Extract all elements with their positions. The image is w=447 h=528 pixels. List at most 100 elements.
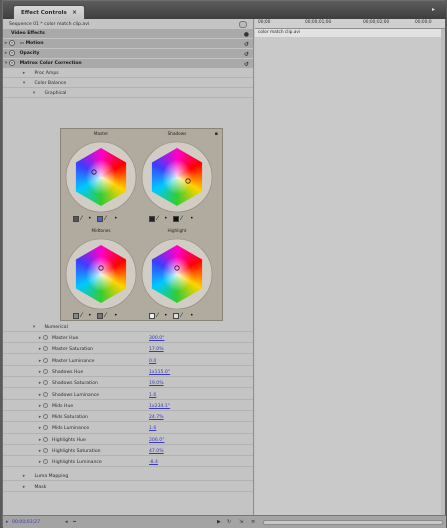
param-value[interactable]: 17.0% <box>149 345 164 354</box>
section-luma-mapping[interactable]: ▸ Luma Mapping <box>3 472 253 482</box>
expand-icon[interactable]: ▸ <box>21 483 27 492</box>
param-value[interactable]: 19.0% <box>149 379 164 388</box>
param-value[interactable]: 47.0% <box>149 447 164 456</box>
param-row[interactable]: ▸ Mids Hue 1x234.1° <box>3 401 253 411</box>
keyframe-stopwatch-icon[interactable] <box>43 335 48 340</box>
param-row[interactable]: ▸ Shadows Luminance 1.6 <box>3 390 253 400</box>
color-swatch[interactable] <box>97 216 103 222</box>
fx-toggle-icon[interactable]: f <box>9 49 15 56</box>
color-swatch[interactable] <box>173 216 179 222</box>
param-row[interactable]: ▸ Mids Saturation 24.7% <box>3 413 253 423</box>
expand-icon[interactable]: ▸ <box>37 447 43 456</box>
collapse-icon[interactable]: ▾ <box>31 89 37 98</box>
collapse-icon[interactable]: ▾ <box>21 79 27 88</box>
keyframe-stopwatch-icon[interactable] <box>43 391 48 397</box>
color-swatch[interactable] <box>97 313 103 319</box>
eyedropper-icon[interactable]: ⁄ <box>105 216 106 222</box>
expand-icon[interactable]: ▸ <box>21 472 27 481</box>
param-row[interactable]: ▸ Shadows Saturation 19.0% <box>3 379 253 389</box>
color-wheel[interactable] <box>65 141 137 213</box>
eyedropper-icon[interactable]: ⁄ <box>181 216 182 222</box>
color-wheel[interactable] <box>141 238 213 310</box>
keyframe-stopwatch-icon[interactable] <box>43 448 48 453</box>
effect-row-motion[interactable]: ▸ f ▭ Motion ↺ <box>3 39 253 49</box>
eyedropper-icon[interactable]: ⁄ <box>105 313 106 319</box>
param-row[interactable]: ▸ Highlights Hue 206.0° <box>3 435 253 445</box>
section-graphical[interactable]: ▾ Graphical <box>3 89 253 99</box>
expand-icon[interactable]: ▸ <box>37 436 43 445</box>
eyedropper-icon[interactable]: ⁄ <box>81 313 82 319</box>
expand-icon[interactable]: ▸ <box>37 424 43 433</box>
horizontal-scrollbar[interactable] <box>263 520 443 525</box>
keyframe-stopwatch-icon[interactable] <box>43 414 48 420</box>
param-value[interactable]: 1x234.1° <box>149 402 170 411</box>
keyframe-stopwatch-icon[interactable] <box>43 425 48 431</box>
expand-icon[interactable]: ▸ <box>37 345 43 354</box>
keyframe-stopwatch-icon[interactable] <box>43 459 48 465</box>
time-ruler[interactable]: 00;00 00;00;01;00 00;00;02;00 00;00;0 <box>255 19 445 29</box>
eyedropper-icon[interactable]: ⁄ <box>157 216 158 222</box>
close-icon[interactable]: × <box>72 9 77 16</box>
settings-icon[interactable]: ≡ <box>251 519 255 525</box>
color-swatch[interactable] <box>173 313 179 319</box>
section-proc-amps[interactable]: ▸ Proc Amps <box>3 69 253 79</box>
eyedropper-icon[interactable]: ⁄ <box>157 313 158 319</box>
color-wheel[interactable] <box>141 141 213 213</box>
expand-icon[interactable]: ▸ <box>37 379 43 388</box>
timecode[interactable]: 00;00;03;27 <box>12 520 40 525</box>
param-value[interactable]: 1.6 <box>149 424 156 433</box>
play-icon[interactable]: ▶ <box>217 519 221 525</box>
fx-toggle-icon[interactable]: f <box>9 59 15 66</box>
fx-toggle-icon[interactable]: f <box>9 39 15 46</box>
expand-icon[interactable]: ▸ <box>21 69 27 78</box>
color-swatch[interactable] <box>149 216 155 222</box>
param-row[interactable]: ▸ Master Hue 300.0° <box>3 334 253 344</box>
color-swatch[interactable] <box>73 313 79 319</box>
section-color-balance[interactable]: ▾ Color Balance <box>3 79 253 89</box>
param-value[interactable]: 0.0 <box>149 357 156 366</box>
param-row[interactable]: ▸ Shadows Hue 1x115.0° <box>3 367 253 378</box>
param-value[interactable]: 24.7% <box>149 413 164 422</box>
keyframe-stopwatch-icon[interactable] <box>43 380 48 386</box>
param-row[interactable]: ▸ Master Saturation 17.0% <box>3 345 253 355</box>
effect-row-opacity[interactable]: ▸ f Opacity ↺ <box>3 49 253 59</box>
param-value[interactable]: 1.6 <box>149 391 156 400</box>
reset-icon[interactable]: ↺ <box>244 60 249 69</box>
clip-bar[interactable]: color match clip.avi <box>255 29 445 37</box>
param-row[interactable]: ▸ Highlights Luminance -8.4 <box>3 458 253 468</box>
section-numerical[interactable]: ▾ Numerical <box>3 323 253 333</box>
param-row[interactable]: ▸ Master Luminance 0.0 <box>3 356 253 366</box>
color-swatch[interactable] <box>73 216 79 222</box>
expand-icon[interactable]: ▸ <box>37 458 43 467</box>
scroll-up-icon[interactable]: ● <box>244 30 249 39</box>
eyedropper-icon[interactable]: ⁄ <box>81 216 82 222</box>
effect-row-color-correction[interactable]: ▾ f Matrox Color Correction ↺ <box>3 59 253 69</box>
param-row[interactable]: ▸ Mids Luminance 1.6 <box>3 424 253 434</box>
tab-effect-controls[interactable]: Effect Controls × <box>13 5 85 19</box>
zoom-slider-icon[interactable]: ━ <box>73 519 76 525</box>
param-value[interactable]: 1x115.0° <box>149 368 170 377</box>
param-row[interactable]: ▸ Highlights Saturation 47.0% <box>3 447 253 457</box>
show-timeline-icon[interactable] <box>239 21 247 28</box>
color-swatch[interactable] <box>149 313 155 319</box>
param-value[interactable]: 206.0° <box>149 436 164 445</box>
expand-icon[interactable]: ▸ <box>37 334 43 343</box>
export-icon[interactable]: ⇲ <box>239 519 243 525</box>
keyframe-stopwatch-icon[interactable] <box>43 357 48 363</box>
panel-menu-icon[interactable]: ▸ <box>432 6 440 13</box>
expand-icon[interactable]: ▸ <box>37 402 43 411</box>
reset-icon[interactable]: ↺ <box>244 50 249 59</box>
expand-icon[interactable]: ▸ <box>37 413 43 422</box>
loop-icon[interactable]: ↻ <box>227 519 231 525</box>
collapse-icon[interactable]: ▾ <box>31 323 37 332</box>
expand-icon[interactable]: ▸ <box>37 368 43 377</box>
keyframe-stopwatch-icon[interactable] <box>43 368 48 374</box>
zoom-out-icon[interactable]: ◂ <box>65 519 68 525</box>
panel-options-icon[interactable]: ▪ <box>215 131 218 137</box>
param-value[interactable]: 300.0° <box>149 334 164 343</box>
eyedropper-icon[interactable]: ⁄ <box>181 313 182 319</box>
vertical-scrollbar[interactable] <box>441 29 445 515</box>
keyframe-stopwatch-icon[interactable] <box>43 346 48 352</box>
keyframe-stopwatch-icon[interactable] <box>43 436 48 442</box>
reset-icon[interactable]: ↺ <box>244 40 249 49</box>
